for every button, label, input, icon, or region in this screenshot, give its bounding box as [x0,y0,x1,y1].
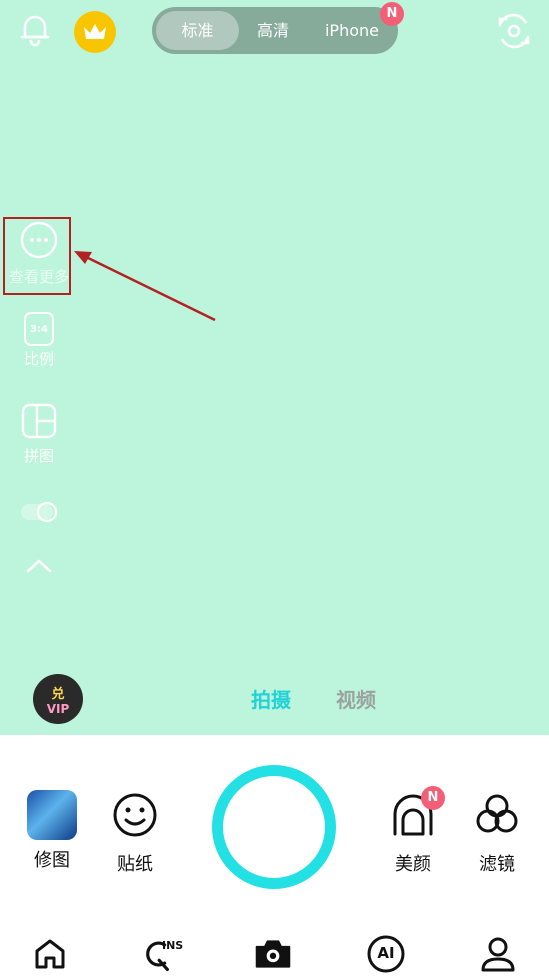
chevron-up-icon [26,559,52,573]
collage-grid-icon [21,403,57,439]
sticker-label: 贴纸 [117,854,153,875]
aspect-ratio-label: 比例 [23,350,54,368]
mode-tab-photo[interactable]: 拍摄 [251,684,291,713]
more-options-button[interactable]: 查看更多 [9,220,69,287]
filter-circles-icon [476,794,518,833]
filter-label: 滤镜 [479,854,515,875]
beauty-button[interactable]: N 美颜 [383,786,445,876]
notification-bell-icon[interactable] [14,8,56,50]
toggle-icon [21,501,58,523]
collage-button[interactable]: 拼图 [16,403,62,466]
beauty-new-badge: N [421,786,445,810]
aspect-ratio-icon: 3:4 [24,312,54,346]
vip-exchange-badge[interactable]: 兑 VIP [33,674,83,724]
edit-photo-thumbnail [27,790,77,840]
sticker-button[interactable]: 贴纸 [105,790,165,876]
quality-option-hd[interactable]: 高清 [242,11,304,50]
user-profile-icon [481,937,515,972]
more-dots-icon [20,221,58,259]
vip-crown-icon[interactable] [74,11,116,53]
filter-button[interactable]: 滤镜 [467,790,527,876]
nav-profile[interactable] [478,934,518,974]
smile-icon [113,793,157,837]
nav-ai[interactable]: AI [366,934,406,974]
nav-camera[interactable] [253,934,293,974]
edit-photo-button[interactable]: 修图 [22,790,82,872]
quality-selector[interactable]: 标准 高清 iPhone N [152,2,404,54]
nav-home[interactable] [30,934,70,974]
collage-label: 拼图 [23,447,54,465]
aspect-ratio-value: 3:4 [30,323,48,335]
nav-ins[interactable]: INS [141,934,184,974]
vip-badge-line1: 兑 [51,686,65,702]
switch-camera-icon[interactable] [491,8,537,54]
edit-photo-label: 修图 [34,850,70,871]
new-badge: N [380,2,404,26]
ai-text: AI [377,944,395,962]
camera-icon [255,940,291,968]
camera-preview[interactable]: 标准 高清 iPhone N 查看更多 3:4 比例 拼图 兑 VIP 拍摄 视… [0,0,549,735]
vip-badge-line2: VIP [46,701,70,716]
beauty-label: 美颜 [395,854,431,875]
shutter-button[interactable] [212,765,336,889]
aspect-ratio-button[interactable]: 3:4 比例 [16,312,62,369]
ins-text: INS [162,939,184,952]
mode-tab-video[interactable]: 视频 [336,684,376,713]
collapse-button[interactable] [16,556,62,580]
quality-option-standard[interactable]: 标准 [156,11,239,50]
annotation-arrow [74,251,216,322]
toggle-switch[interactable] [16,500,62,528]
more-options-label: 查看更多 [8,268,69,286]
home-icon [35,939,65,969]
